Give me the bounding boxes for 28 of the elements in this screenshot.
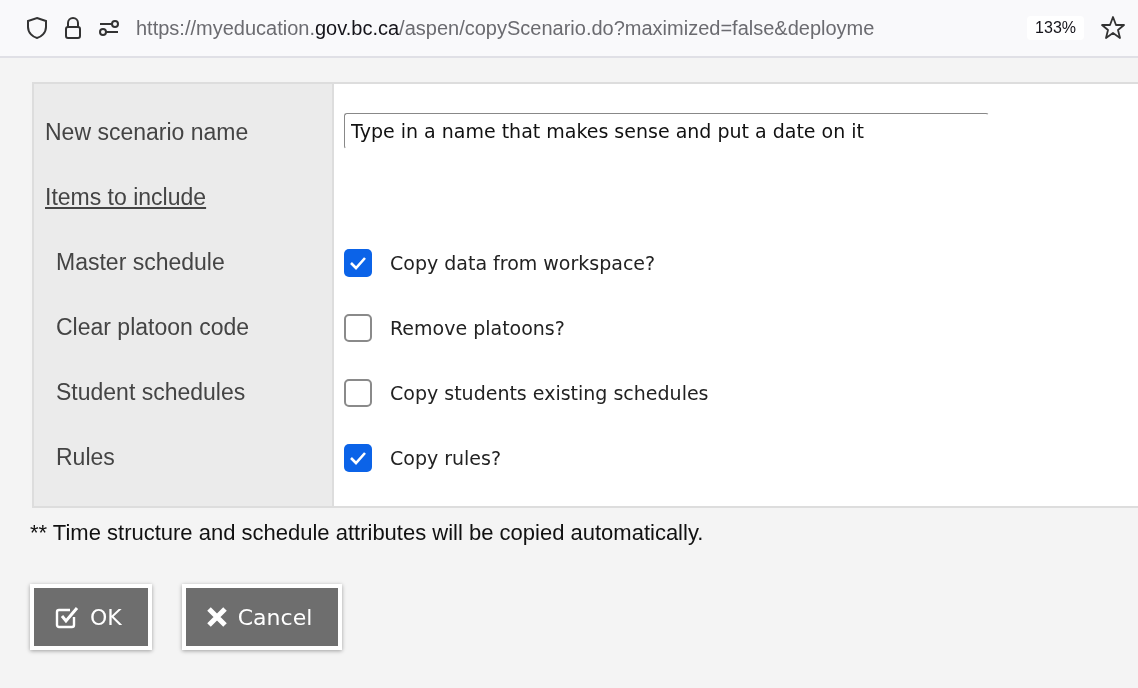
checkbox-label[interactable]: Remove platoons? xyxy=(390,316,565,339)
checkbox-label[interactable]: Copy rules? xyxy=(390,446,502,469)
close-icon xyxy=(205,606,228,628)
field-label: New scenario name xyxy=(45,119,249,146)
star-icon[interactable] xyxy=(1100,15,1126,41)
option-label: Clear platoon code xyxy=(56,314,250,341)
checkmark-icon xyxy=(349,450,367,465)
checkbox-label[interactable]: Copy data from workspace? xyxy=(390,251,656,274)
checkbox[interactable] xyxy=(344,378,372,407)
ok-button[interactable]: OK xyxy=(30,584,152,650)
cancel-button[interactable]: Cancel xyxy=(181,584,343,650)
zoom-level[interactable]: 133% xyxy=(1027,16,1084,40)
checkbox-icon xyxy=(54,604,80,630)
footnote-text: ** Time structure and schedule attributes will be copied automatically. xyxy=(30,520,705,546)
lock-icon[interactable] xyxy=(64,16,82,40)
option-label: Rules xyxy=(56,444,115,471)
option-label: Student schedules xyxy=(56,379,246,406)
shield-icon[interactable] xyxy=(26,16,48,40)
section-link[interactable]: Items to include xyxy=(45,184,207,211)
scenario-name-field[interactable]: Type in a name that makes sense and put a date on it xyxy=(344,112,989,149)
checkbox[interactable] xyxy=(344,443,372,472)
permissions-icon[interactable] xyxy=(98,19,120,37)
checkbox-label[interactable]: Copy students existing schedules xyxy=(390,381,709,404)
checkbox[interactable] xyxy=(344,248,372,277)
checkbox[interactable] xyxy=(344,313,372,342)
option-label: Master schedule xyxy=(56,249,225,276)
url-text[interactable]: https://myeducation.gov.bc.ca/aspen/copyScenario.do?maximized=false&deployme xyxy=(136,16,1012,40)
checkmark-icon xyxy=(349,255,367,270)
